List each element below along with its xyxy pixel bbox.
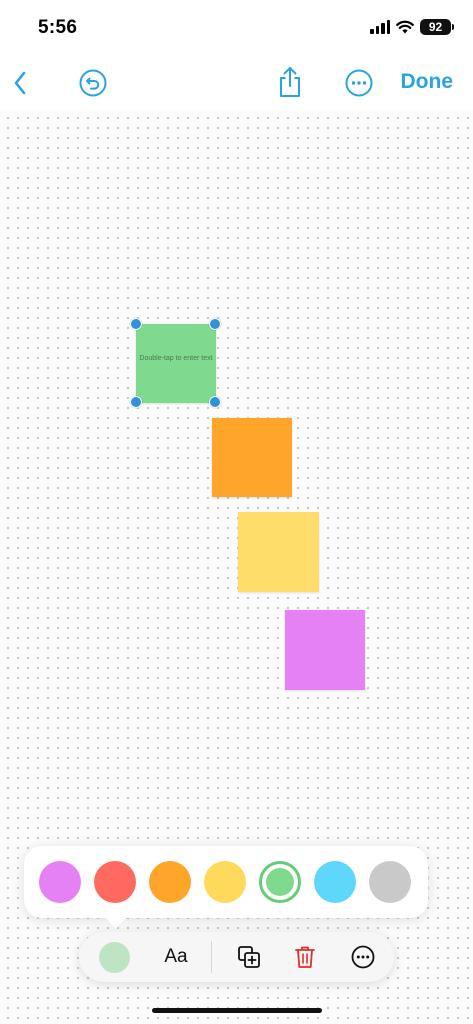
share-button[interactable] <box>275 64 305 100</box>
resize-handle-bottom-left[interactable] <box>130 396 142 408</box>
status-icons: 92 <box>370 19 454 35</box>
cellular-signal-icon <box>370 20 390 34</box>
edit-toolbar: Aa <box>79 932 394 982</box>
sticky-note-yellow[interactable] <box>238 512 319 592</box>
done-button[interactable]: Done <box>401 70 454 94</box>
swatch-gray[interactable] <box>369 861 411 903</box>
ellipsis-circle-icon <box>345 69 373 97</box>
swatch-yellow[interactable] <box>204 861 246 903</box>
toolbar-divider <box>211 941 212 973</box>
swatch-orange[interactable] <box>149 861 191 903</box>
back-button[interactable] <box>8 68 32 98</box>
current-color-dot <box>99 941 130 973</box>
status-bar: 5:56 92 <box>0 0 473 56</box>
undo-button[interactable] <box>78 68 108 98</box>
undo-icon <box>79 69 107 97</box>
status-time: 5:56 <box>38 17 78 38</box>
battery-indicator: 92 <box>420 19 454 35</box>
sticky-note-purple[interactable] <box>285 610 365 690</box>
text-style-button[interactable]: Aa <box>155 932 197 982</box>
color-button[interactable] <box>99 932 130 982</box>
wifi-icon <box>396 20 414 34</box>
share-icon <box>280 67 300 97</box>
trash-icon <box>295 946 315 968</box>
duplicate-icon <box>238 946 260 968</box>
more-options-button[interactable] <box>344 68 374 98</box>
resize-handle-top-left[interactable] <box>130 318 142 330</box>
palette-pointer <box>105 917 127 929</box>
ellipsis-circle-icon <box>351 945 375 969</box>
swatch-blue[interactable] <box>314 861 356 903</box>
delete-button[interactable] <box>285 932 325 982</box>
top-toolbar: Done <box>0 56 473 110</box>
chevron-left-icon <box>14 71 26 95</box>
home-indicator[interactable] <box>152 1008 322 1013</box>
color-palette <box>24 846 428 918</box>
swatch-green-selected[interactable] <box>259 861 301 903</box>
swatch-purple[interactable] <box>39 861 81 903</box>
more-actions-button[interactable] <box>343 932 383 982</box>
resize-handle-bottom-right[interactable] <box>209 396 221 408</box>
swatch-red[interactable] <box>94 861 136 903</box>
sticky-note-green[interactable]: Double-tap to enter text <box>136 324 216 403</box>
resize-handle-top-right[interactable] <box>209 318 221 330</box>
note-placeholder-text: Double-tap to enter text <box>139 355 213 362</box>
duplicate-button[interactable] <box>229 932 269 982</box>
sticky-note-orange[interactable] <box>212 418 292 497</box>
